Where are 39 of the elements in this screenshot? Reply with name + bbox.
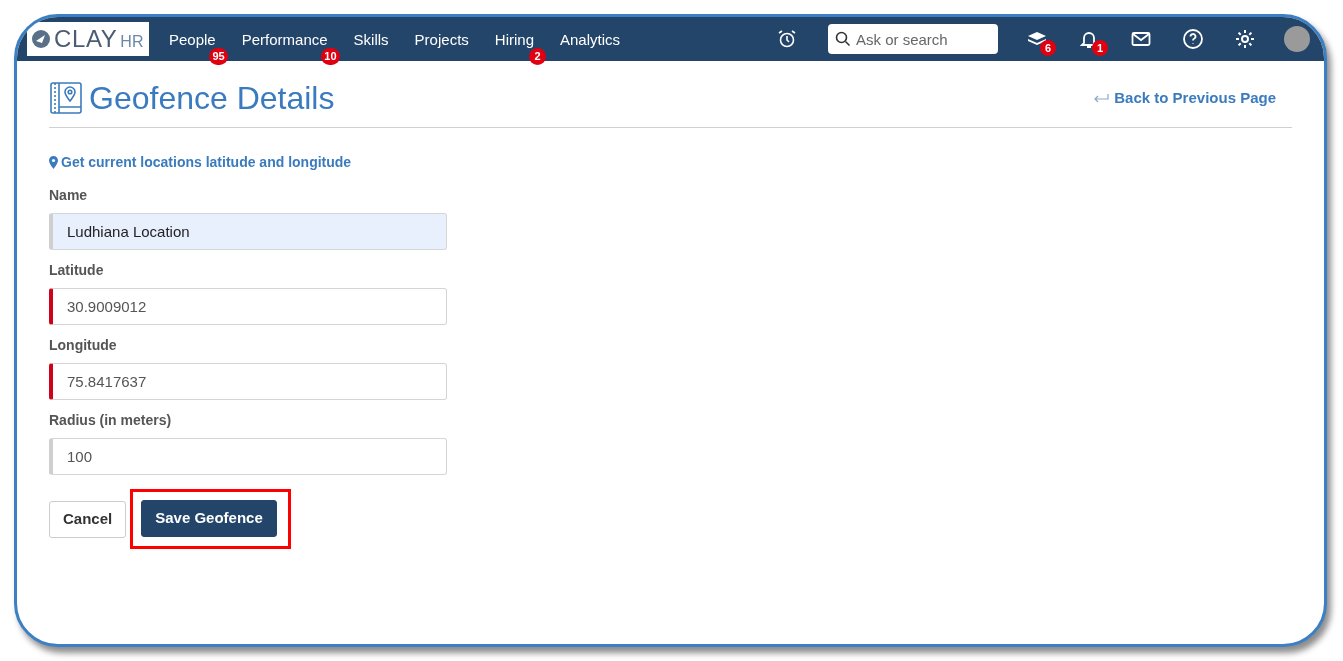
nav-link[interactable]: Projects <box>414 30 469 48</box>
map-pin-icon <box>49 156 58 169</box>
field-label: Latitude <box>49 261 105 280</box>
location-link[interactable]: Get current locations latitude and longitude <box>49 152 352 173</box>
field-label: Radius (in meters) <box>49 411 173 430</box>
count-badge: 1 <box>1092 40 1108 56</box>
count-badge: 6 <box>1040 40 1056 56</box>
logo-icon <box>31 29 51 49</box>
logo-text: CLAY <box>54 27 118 51</box>
help-icon[interactable] <box>1182 28 1204 50</box>
text-field[interactable]: 75.8417637 <box>49 363 447 400</box>
page-title: Geofence Details <box>89 82 335 114</box>
bell-icon[interactable] <box>1080 29 1098 49</box>
avatar[interactable] <box>1284 26 1310 52</box>
nav-link[interactable]: Analytics <box>560 30 620 48</box>
text-field[interactable]: 100 <box>49 438 447 475</box>
nav-link[interactable]: People <box>169 30 216 48</box>
nav-link[interactable]: Skills <box>353 30 389 48</box>
map-book-icon <box>49 81 83 115</box>
field-label: Name <box>49 186 89 205</box>
field-label: Longitude <box>49 336 118 355</box>
envelope-icon[interactable] <box>1131 31 1151 47</box>
alarm-clock-icon[interactable] <box>777 29 797 49</box>
back-link[interactable]: Back to Previous Page <box>1093 86 1276 110</box>
return-arrow-icon <box>1093 93 1110 103</box>
count-badge: 10 <box>321 47 340 65</box>
logo-subtext: HR <box>120 34 144 50</box>
search-icon <box>835 31 851 47</box>
settings-icon[interactable] <box>1234 28 1256 50</box>
search-field[interactable]: Ask or search <box>828 24 998 54</box>
text-field[interactable]: 30.9009012 <box>49 288 447 325</box>
save-button[interactable]: Save Geofence <box>141 500 277 537</box>
logo[interactable]: CLAY HR <box>27 22 149 56</box>
text-field[interactable]: Ludhiana Location <box>49 213 447 250</box>
nav-link[interactable]: Hiring <box>494 30 534 48</box>
count-badge: 95 <box>209 47 228 65</box>
count-badge: 2 <box>529 47 546 65</box>
nav-link[interactable]: Performance <box>241 30 328 48</box>
cancel-button[interactable]: Cancel <box>49 500 127 538</box>
